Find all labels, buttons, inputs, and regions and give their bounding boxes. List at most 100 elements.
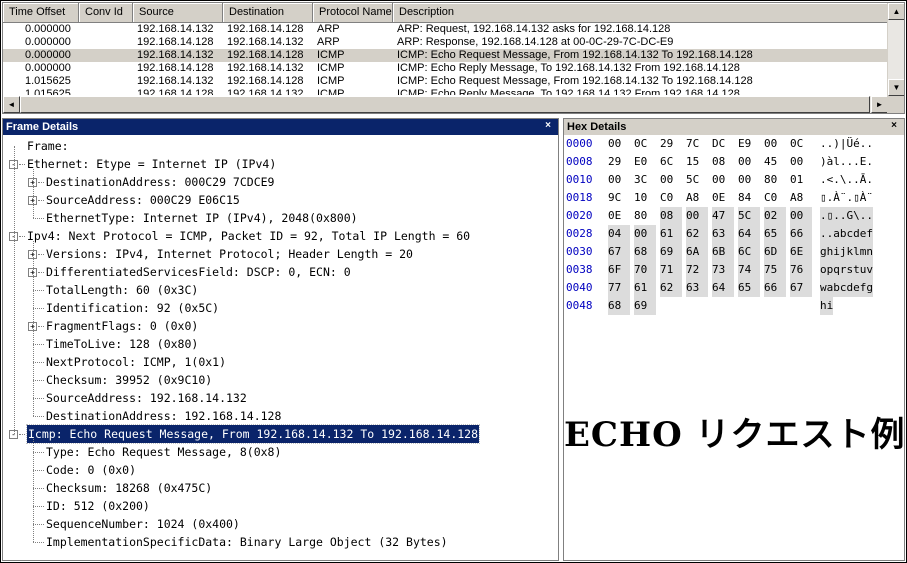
hex-byte[interactable]: 72 (686, 261, 708, 279)
frame-list[interactable]: Time Offset Conv Id Source Destination P… (2, 2, 905, 114)
hex-byte[interactable]: A8 (790, 189, 812, 207)
hex-byte[interactable]: 66 (764, 279, 786, 297)
hex-byte[interactable]: 02 (764, 207, 786, 225)
hex-byte[interactable]: 6E (790, 243, 812, 261)
hex-byte[interactable]: 6C (738, 243, 760, 261)
table-row[interactable]: 0.000000 192.168.14.128 192.168.14.132 ICMP… (3, 62, 888, 75)
hex-byte[interactable]: C0 (660, 189, 682, 207)
tree-node[interactable]: TimeToLive: 128 (0x80) (46, 335, 198, 353)
tree-node[interactable]: Ipv4: Next Protocol = ICMP, Packet ID = … (27, 227, 470, 245)
hex-byte[interactable]: 00 (660, 171, 682, 189)
hex-byte[interactable]: 66 (790, 225, 812, 243)
tree-node[interactable]: FragmentFlags: 0 (0x0) (46, 317, 198, 335)
tree-node[interactable]: Type: Echo Request Message, 8(0x8) (46, 443, 281, 461)
hex-byte[interactable]: 00 (634, 225, 656, 243)
tree-node[interactable]: Ethernet: Etype = Internet IP (IPv4) (27, 155, 276, 173)
hex-byte[interactable]: 9C (608, 189, 630, 207)
hex-byte[interactable]: 00 (764, 135, 786, 153)
hex-byte[interactable]: 00 (686, 207, 708, 225)
table-row[interactable]: 1.015625 192.168.14.132 192.168.14.128 ICMP… (3, 75, 888, 88)
scroll-up-icon[interactable]: ▲ (888, 3, 904, 20)
hex-byte[interactable]: 73 (712, 261, 734, 279)
hex-byte[interactable]: 61 (660, 225, 682, 243)
hex-byte[interactable]: 08 (660, 207, 682, 225)
hex-byte[interactable]: 84 (738, 189, 760, 207)
tree-node[interactable]: TotalLength: 60 (0x3C) (46, 281, 198, 299)
tree-node[interactable]: SequenceNumber: 1024 (0x400) (46, 515, 240, 533)
hex-byte[interactable]: 47 (712, 207, 734, 225)
hex-byte[interactable]: 00 (712, 171, 734, 189)
hex-byte[interactable]: 00 (738, 153, 760, 171)
hex-byte[interactable]: 29 (608, 153, 630, 171)
column-protocol-name[interactable]: Protocol Name (313, 3, 393, 23)
hex-byte[interactable]: 80 (764, 171, 786, 189)
hex-byte[interactable]: 00 (608, 171, 630, 189)
column-source[interactable]: Source (133, 3, 223, 23)
hex-byte[interactable]: 29 (660, 135, 682, 153)
hex-byte[interactable]: 6D (764, 243, 786, 261)
hex-byte[interactable]: 00 (790, 153, 812, 171)
hex-byte[interactable]: 08 (712, 153, 734, 171)
tree-node[interactable]: Checksum: 18268 (0x475C) (46, 479, 212, 497)
hex-byte[interactable]: 7C (686, 135, 708, 153)
hex-byte[interactable]: 6B (712, 243, 734, 261)
hex-byte[interactable]: 62 (660, 279, 682, 297)
table-row[interactable]: 0.000000 192.168.14.132 192.168.14.128 ICMP… (3, 49, 888, 62)
column-time-offset[interactable]: Time Offset (3, 3, 79, 23)
hex-byte[interactable]: 64 (712, 279, 734, 297)
hex-byte[interactable]: 63 (686, 279, 708, 297)
hex-byte[interactable]: 5C (686, 171, 708, 189)
hex-byte[interactable]: 68 (608, 297, 630, 315)
tree-node[interactable]: Icmp: Echo Request Message, From 192.168… (25, 424, 481, 444)
hex-byte[interactable]: 04 (608, 225, 630, 243)
hex-byte[interactable]: 70 (634, 261, 656, 279)
hex-byte[interactable]: 67 (790, 279, 812, 297)
hex-byte[interactable]: 80 (634, 207, 656, 225)
tree-node[interactable]: DestinationAddress: 192.168.14.128 (46, 407, 281, 425)
hex-byte[interactable]: 64 (738, 225, 760, 243)
tree-node[interactable]: SourceAddress: 000C29 E06C15 (46, 191, 240, 209)
tree-node[interactable]: Versions: IPv4, Internet Protocol; Heade… (46, 245, 413, 263)
hex-byte[interactable]: 15 (686, 153, 708, 171)
hex-byte[interactable]: E9 (738, 135, 760, 153)
table-row[interactable]: 0.000000 192.168.14.128 192.168.14.132 ARP A… (3, 36, 888, 49)
hex-byte[interactable]: 63 (712, 225, 734, 243)
hex-byte[interactable]: 3C (634, 171, 656, 189)
hex-byte[interactable]: 6A (686, 243, 708, 261)
hex-byte[interactable]: A8 (686, 189, 708, 207)
tree-node[interactable]: ImplementationSpecificData: Binary Large… (46, 533, 448, 551)
tree-node[interactable]: Identification: 92 (0x5C) (46, 299, 219, 317)
horizontal-scroll-thumb[interactable] (20, 96, 870, 113)
hex-byte[interactable]: 00 (608, 135, 630, 153)
hex-byte[interactable]: C0 (764, 189, 786, 207)
hex-byte[interactable]: 0C (790, 135, 812, 153)
column-description[interactable]: Description (393, 3, 888, 23)
tree-node[interactable]: Code: 0 (0x0) (46, 461, 136, 479)
hex-byte[interactable]: 71 (660, 261, 682, 279)
vertical-scrollbar[interactable]: ▲ ▼ (887, 3, 904, 96)
hex-byte[interactable]: 75 (764, 261, 786, 279)
hex-byte[interactable]: 62 (686, 225, 708, 243)
hex-byte[interactable]: 65 (764, 225, 786, 243)
hex-byte[interactable]: 6F (608, 261, 630, 279)
hex-byte[interactable]: 0C (634, 135, 656, 153)
hex-byte[interactable]: 00 (790, 207, 812, 225)
tree-node[interactable]: DestinationAddress: 000C29 7CDCE9 (46, 173, 274, 191)
scroll-left-icon[interactable]: ◄ (3, 96, 20, 113)
tree-node[interactable]: ID: 512 (0x200) (46, 497, 150, 515)
table-row[interactable]: 1.015625 192.168.14.128 192.168.14.132 ICMP… (3, 88, 888, 95)
column-destination[interactable]: Destination (223, 3, 313, 23)
tree-node[interactable]: Checksum: 39952 (0x9C10) (46, 371, 212, 389)
hex-byte[interactable]: 67 (608, 243, 630, 261)
close-icon[interactable]: × (888, 120, 900, 132)
tree-node[interactable]: SourceAddress: 192.168.14.132 (46, 389, 247, 407)
hex-byte[interactable]: 69 (660, 243, 682, 261)
hex-byte[interactable]: 0E (712, 189, 734, 207)
hex-byte[interactable]: 10 (634, 189, 656, 207)
hex-byte[interactable]: 00 (738, 171, 760, 189)
column-conv-id[interactable]: Conv Id (79, 3, 133, 23)
close-icon[interactable]: × (542, 120, 554, 132)
hex-byte[interactable]: 01 (790, 171, 812, 189)
hex-byte[interactable]: E0 (634, 153, 656, 171)
hex-byte[interactable]: 0E (608, 207, 630, 225)
